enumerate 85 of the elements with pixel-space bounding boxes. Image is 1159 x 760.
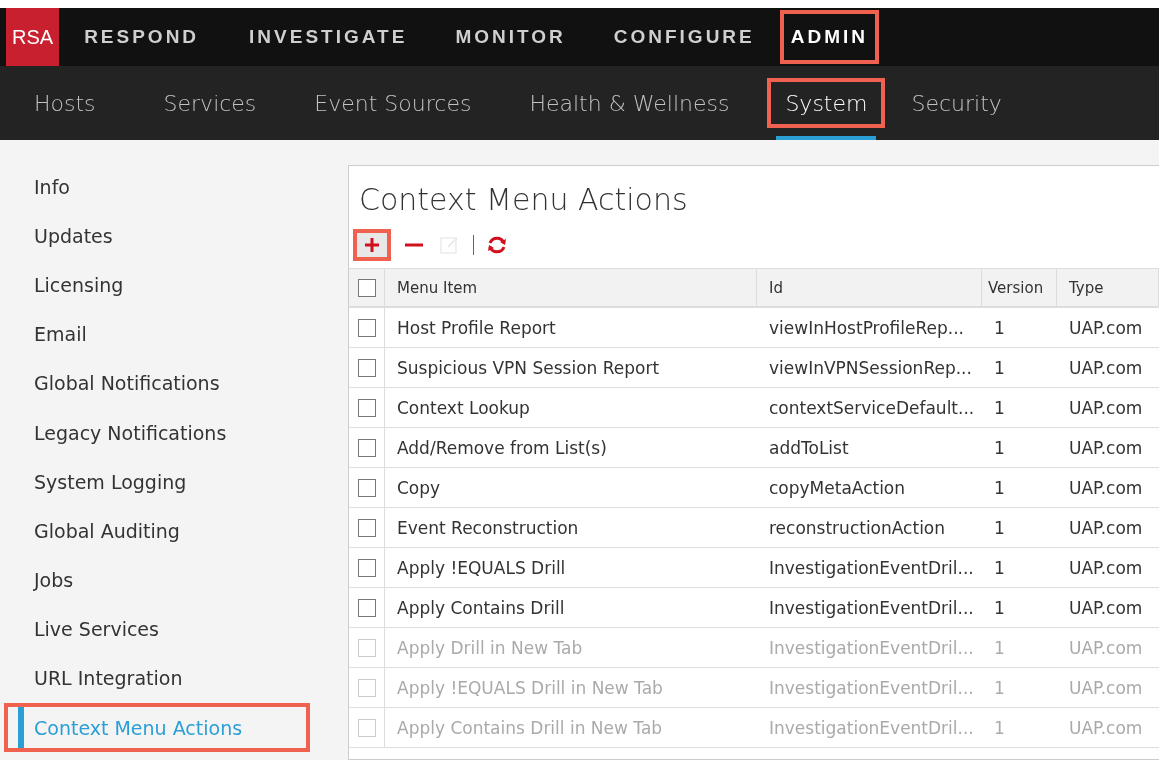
sub-nav-tab[interactable]: Security xyxy=(893,78,1020,128)
sub-nav-tab[interactable]: Health & Wellness xyxy=(511,78,748,128)
column-header[interactable]: Version xyxy=(982,268,1057,308)
table-cell: 1 xyxy=(982,708,1057,748)
add-button[interactable] xyxy=(353,229,391,261)
checkbox[interactable] xyxy=(358,358,376,377)
table-cell: InvestigationEventDril... xyxy=(757,548,982,588)
table-cell: UAP.com xyxy=(1057,708,1159,748)
column-header[interactable]: Menu Item xyxy=(385,268,757,308)
table-cell: UAP.com xyxy=(1057,508,1159,548)
sidebar-item[interactable]: Legacy Notifications xyxy=(0,407,348,458)
column-header[interactable]: Type xyxy=(1057,268,1159,308)
sidebar-item[interactable]: Licensing xyxy=(0,260,348,310)
table-cell: Host Profile Report xyxy=(385,308,757,348)
sidebar-item[interactable]: Global Auditing xyxy=(0,506,348,556)
table-cell: 1 xyxy=(982,468,1057,508)
table-cell: 1 xyxy=(982,308,1057,348)
table-cell: Copy xyxy=(385,468,757,508)
table-cell: Apply Drill in New Tab xyxy=(385,628,757,668)
sub-nav-tab[interactable]: System xyxy=(767,78,886,128)
table-cell: Context Lookup xyxy=(385,388,757,428)
table-cell: InvestigationEventDril... xyxy=(757,708,982,748)
table-cell: 1 xyxy=(982,428,1057,468)
table-cell: UAP.com xyxy=(1057,468,1159,508)
checkbox[interactable] xyxy=(358,558,376,577)
table-cell: UAP.com xyxy=(1057,348,1159,388)
checkbox[interactable] xyxy=(358,438,376,457)
sidebar-item[interactable]: Global Notifications xyxy=(0,358,348,408)
table-cell: InvestigationEventDril... xyxy=(757,588,982,628)
sidebar-item[interactable]: Email xyxy=(0,309,348,359)
panel-title: Context Menu Actions xyxy=(358,181,689,219)
table-cell: InvestigationEventDril... xyxy=(757,668,982,708)
checkbox[interactable] xyxy=(358,518,376,537)
table-cell: Suspicious VPN Session Report xyxy=(385,348,757,388)
table-cell: copyMetaAction xyxy=(757,468,982,508)
table-cell: Apply !EQUALS Drill xyxy=(385,548,757,588)
table-cell: Event Reconstruction xyxy=(385,508,757,548)
table-cell: UAP.com xyxy=(1057,428,1159,468)
table-cell: viewInVPNSessionRep... xyxy=(757,348,982,388)
sub-nav-tab[interactable]: Services xyxy=(145,78,275,128)
checkbox[interactable] xyxy=(358,398,376,417)
sidebar-item[interactable]: System Logging xyxy=(0,457,348,507)
sub-nav-tab[interactable]: Hosts xyxy=(16,78,114,128)
table-cell: 1 xyxy=(982,548,1057,588)
logo: RSA xyxy=(6,8,60,66)
sub-nav-tab[interactable]: Event Sources xyxy=(296,78,490,128)
sidebar-item[interactable]: Live Services xyxy=(0,604,348,654)
table-cell: 1 xyxy=(982,668,1057,708)
nav-tab[interactable]: RESPOND xyxy=(71,8,213,66)
table-cell: 1 xyxy=(982,628,1057,668)
table-cell: 1 xyxy=(982,588,1057,628)
refresh-icon xyxy=(486,234,508,256)
table-cell: InvestigationEventDril... xyxy=(757,628,982,668)
checkbox[interactable] xyxy=(358,318,376,337)
table-cell: 1 xyxy=(982,388,1057,428)
sidebar-item[interactable]: URL Integration xyxy=(0,653,348,704)
checkbox[interactable] xyxy=(358,478,376,497)
plus-icon xyxy=(364,237,380,253)
checkbox[interactable] xyxy=(358,598,376,617)
nav-tab[interactable]: MONITOR xyxy=(442,8,579,66)
sidebar-item[interactable]: Info xyxy=(0,162,348,212)
table-cell: UAP.com xyxy=(1057,628,1159,668)
checkbox[interactable] xyxy=(358,278,376,297)
nav-tab[interactable]: INVESTIGATE xyxy=(236,8,421,66)
table-cell: Add/Remove from List(s) xyxy=(385,428,757,468)
column-header[interactable]: Id xyxy=(757,268,982,308)
table-cell: UAP.com xyxy=(1057,308,1159,348)
table-cell: UAP.com xyxy=(1057,388,1159,428)
minus-icon xyxy=(405,243,423,247)
table-cell: viewInHostProfileRep... xyxy=(757,308,982,348)
table-cell: addToList xyxy=(757,428,982,468)
table-cell: 1 xyxy=(982,348,1057,388)
table-cell: UAP.com xyxy=(1057,548,1159,588)
nav-tab[interactable]: ADMIN xyxy=(777,8,882,66)
table-cell: UAP.com xyxy=(1057,588,1159,628)
sidebar-item[interactable]: Jobs xyxy=(0,555,348,605)
table-cell: Apply Contains Drill in New Tab xyxy=(385,708,757,748)
table-cell: Apply !EQUALS Drill in New Tab xyxy=(385,668,757,708)
table-cell: UAP.com xyxy=(1057,668,1159,708)
table-cell: contextServiceDefault... xyxy=(757,388,982,428)
table-cell: Apply Contains Drill xyxy=(385,588,757,628)
table-cell: 1 xyxy=(982,508,1057,548)
table-cell: reconstructionAction xyxy=(757,508,982,548)
nav-tab[interactable]: CONFIGURE xyxy=(600,8,768,66)
sidebar-item[interactable]: Updates xyxy=(0,211,348,261)
